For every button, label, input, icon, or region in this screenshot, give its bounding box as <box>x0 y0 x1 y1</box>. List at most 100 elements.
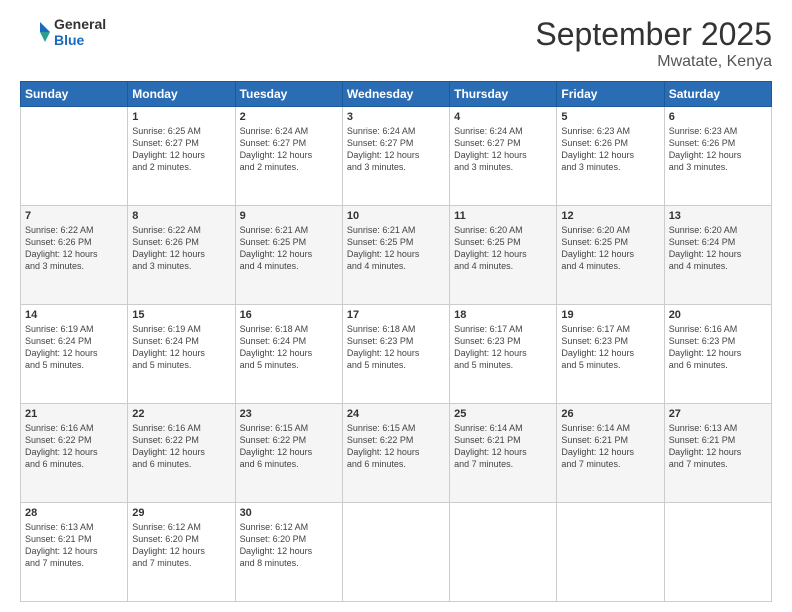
cell-date-4: 4 <box>454 111 552 123</box>
cell-info: Sunrise: 6:24 AM Sunset: 6:27 PM Dayligh… <box>240 125 338 174</box>
cell-date-16: 16 <box>240 309 338 321</box>
calendar-cell: 14 Sunrise: 6:19 AM Sunset: 6:24 PM Dayli… <box>21 305 128 404</box>
cell-info: Sunrise: 6:24 AM Sunset: 6:27 PM Dayligh… <box>347 125 445 174</box>
cell-info: Sunrise: 6:18 AM Sunset: 6:24 PM Dayligh… <box>240 323 338 372</box>
logo-svg <box>20 16 52 48</box>
logo: General Blue <box>20 16 106 48</box>
calendar-cell: 5 Sunrise: 6:23 AM Sunset: 6:26 PM Daylig… <box>557 107 664 206</box>
cell-date-23: 23 <box>240 408 338 420</box>
cell-info: Sunrise: 6:20 AM Sunset: 6:25 PM Dayligh… <box>454 224 552 273</box>
cell-date-27: 27 <box>669 408 767 420</box>
cell-info: Sunrise: 6:15 AM Sunset: 6:22 PM Dayligh… <box>347 422 445 471</box>
calendar-cell: 1Sunrise: 6:25 AM Sunset: 6:27 PM Daylig… <box>128 107 235 206</box>
cell-date-5: 5 <box>561 111 659 123</box>
cell-date-29: 29 <box>132 507 230 519</box>
page: General Blue September 2025 Mwatate, Ken… <box>0 0 792 612</box>
cell-date-2: 2 <box>240 111 338 123</box>
cell-date-15: 15 <box>132 309 230 321</box>
week-row-5: 28 Sunrise: 6:13 AM Sunset: 6:21 PM Dayli… <box>21 503 772 602</box>
calendar-cell: 10 Sunrise: 6:21 AM Sunset: 6:25 PM Dayli… <box>342 206 449 305</box>
calendar-cell <box>342 503 449 602</box>
cell-info: Sunrise: 6:14 AM Sunset: 6:21 PM Dayligh… <box>454 422 552 471</box>
cell-info: Sunrise: 6:21 AM Sunset: 6:25 PM Dayligh… <box>347 224 445 273</box>
cell-info: Sunrise: 6:23 AM Sunset: 6:26 PM Dayligh… <box>561 125 659 174</box>
cell-date-3: 3 <box>347 111 445 123</box>
cell-info: Sunrise: 6:18 AM Sunset: 6:23 PM Dayligh… <box>347 323 445 372</box>
calendar-cell: 20Sunrise: 6:16 AM Sunset: 6:23 PM Dayli… <box>664 305 771 404</box>
cell-info: Sunrise: 6:23 AM Sunset: 6:26 PM Dayligh… <box>669 125 767 174</box>
calendar-cell: 24 Sunrise: 6:15 AM Sunset: 6:22 PM Dayli… <box>342 404 449 503</box>
cell-date-19: 19 <box>561 309 659 321</box>
weekday-header-row: SundayMondayTuesdayWednesdayThursdayFrid… <box>21 82 772 107</box>
cell-date-12: 12 <box>561 210 659 222</box>
weekday-header-monday: Monday <box>128 82 235 107</box>
calendar-cell: 6 Sunrise: 6:23 AM Sunset: 6:26 PM Daylig… <box>664 107 771 206</box>
logo-general-text: General <box>54 16 106 32</box>
calendar-cell: 29Sunrise: 6:12 AM Sunset: 6:20 PM Dayli… <box>128 503 235 602</box>
cell-date-28: 28 <box>25 507 123 519</box>
calendar-cell: 12 Sunrise: 6:20 AM Sunset: 6:25 PM Dayli… <box>557 206 664 305</box>
title-block: September 2025 Mwatate, Kenya <box>535 16 772 71</box>
cell-info: Sunrise: 6:22 AM Sunset: 6:26 PM Dayligh… <box>132 224 230 273</box>
calendar-cell: 8 Sunrise: 6:22 AM Sunset: 6:26 PM Daylig… <box>128 206 235 305</box>
cell-date-7: 7 <box>25 210 123 222</box>
cell-date-10: 10 <box>347 210 445 222</box>
calendar-cell: 11 Sunrise: 6:20 AM Sunset: 6:25 PM Dayli… <box>450 206 557 305</box>
calendar-cell: 19Sunrise: 6:17 AM Sunset: 6:23 PM Dayli… <box>557 305 664 404</box>
cell-info: Sunrise: 6:19 AM Sunset: 6:24 PM Dayligh… <box>25 323 123 372</box>
weekday-header-thursday: Thursday <box>450 82 557 107</box>
calendar-cell: 16 Sunrise: 6:18 AM Sunset: 6:24 PM Dayli… <box>235 305 342 404</box>
cell-info: Sunrise: 6:24 AM Sunset: 6:27 PM Dayligh… <box>454 125 552 174</box>
calendar-cell: 25Sunrise: 6:14 AM Sunset: 6:21 PM Dayli… <box>450 404 557 503</box>
cell-info: Sunrise: 6:16 AM Sunset: 6:22 PM Dayligh… <box>25 422 123 471</box>
cell-date-6: 6 <box>669 111 767 123</box>
cell-info: Sunrise: 6:19 AM Sunset: 6:24 PM Dayligh… <box>132 323 230 372</box>
cell-date-8: 8 <box>132 210 230 222</box>
calendar-cell <box>664 503 771 602</box>
weekday-header-sunday: Sunday <box>21 82 128 107</box>
calendar-cell <box>21 107 128 206</box>
cell-info: Sunrise: 6:21 AM Sunset: 6:25 PM Dayligh… <box>240 224 338 273</box>
week-row-2: 7 Sunrise: 6:22 AM Sunset: 6:26 PM Daylig… <box>21 206 772 305</box>
cell-info: Sunrise: 6:13 AM Sunset: 6:21 PM Dayligh… <box>25 521 123 570</box>
cell-date-14: 14 <box>25 309 123 321</box>
cell-date-17: 17 <box>347 309 445 321</box>
cell-info: Sunrise: 6:20 AM Sunset: 6:24 PM Dayligh… <box>669 224 767 273</box>
calendar-cell: 23Sunrise: 6:15 AM Sunset: 6:22 PM Dayli… <box>235 404 342 503</box>
cell-date-26: 26 <box>561 408 659 420</box>
cell-date-22: 22 <box>132 408 230 420</box>
calendar-cell: 13Sunrise: 6:20 AM Sunset: 6:24 PM Dayli… <box>664 206 771 305</box>
weekday-header-wednesday: Wednesday <box>342 82 449 107</box>
calendar-cell: 26 Sunrise: 6:14 AM Sunset: 6:21 PM Dayli… <box>557 404 664 503</box>
logo-blue-text: Blue <box>54 32 106 48</box>
calendar-cell: 7 Sunrise: 6:22 AM Sunset: 6:26 PM Daylig… <box>21 206 128 305</box>
cell-date-11: 11 <box>454 210 552 222</box>
cell-info: Sunrise: 6:17 AM Sunset: 6:23 PM Dayligh… <box>454 323 552 372</box>
cell-info: Sunrise: 6:22 AM Sunset: 6:26 PM Dayligh… <box>25 224 123 273</box>
cell-info: Sunrise: 6:14 AM Sunset: 6:21 PM Dayligh… <box>561 422 659 471</box>
calendar-cell: 18 Sunrise: 6:17 AM Sunset: 6:23 PM Dayli… <box>450 305 557 404</box>
week-row-1: 1Sunrise: 6:25 AM Sunset: 6:27 PM Daylig… <box>21 107 772 206</box>
calendar-cell <box>450 503 557 602</box>
header: General Blue September 2025 Mwatate, Ken… <box>20 16 772 71</box>
calendar-cell: 21 Sunrise: 6:16 AM Sunset: 6:22 PM Dayli… <box>21 404 128 503</box>
cell-date-24: 24 <box>347 408 445 420</box>
week-row-3: 14 Sunrise: 6:19 AM Sunset: 6:24 PM Dayli… <box>21 305 772 404</box>
calendar-cell: 30Sunrise: 6:12 AM Sunset: 6:20 PM Dayli… <box>235 503 342 602</box>
cell-info: Sunrise: 6:16 AM Sunset: 6:23 PM Dayligh… <box>669 323 767 372</box>
location: Mwatate, Kenya <box>535 53 772 71</box>
calendar-cell: 28 Sunrise: 6:13 AM Sunset: 6:21 PM Dayli… <box>21 503 128 602</box>
weekday-header-friday: Friday <box>557 82 664 107</box>
cell-info: Sunrise: 6:13 AM Sunset: 6:21 PM Dayligh… <box>669 422 767 471</box>
calendar-cell: 4 Sunrise: 6:24 AM Sunset: 6:27 PM Daylig… <box>450 107 557 206</box>
month-title: September 2025 <box>535 16 772 53</box>
cell-date-18: 18 <box>454 309 552 321</box>
calendar-cell: 2 Sunrise: 6:24 AM Sunset: 6:27 PM Daylig… <box>235 107 342 206</box>
calendar-cell: 22 Sunrise: 6:16 AM Sunset: 6:22 PM Dayli… <box>128 404 235 503</box>
weekday-header-saturday: Saturday <box>664 82 771 107</box>
cell-info: Sunrise: 6:20 AM Sunset: 6:25 PM Dayligh… <box>561 224 659 273</box>
cell-date-21: 21 <box>25 408 123 420</box>
weekday-header-tuesday: Tuesday <box>235 82 342 107</box>
cell-info: Sunrise: 6:16 AM Sunset: 6:22 PM Dayligh… <box>132 422 230 471</box>
cell-info: Sunrise: 6:12 AM Sunset: 6:20 PM Dayligh… <box>240 521 338 570</box>
